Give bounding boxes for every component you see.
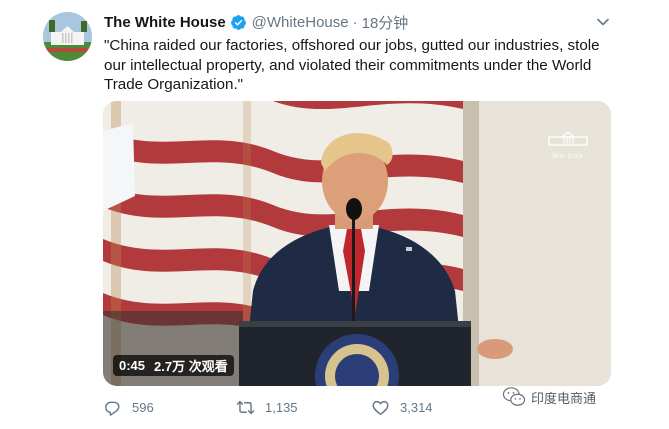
reply-icon	[105, 401, 120, 416]
like-button[interactable]: 3,314	[371, 398, 433, 417]
retweet-button[interactable]: 1,135	[236, 398, 298, 417]
like-count: 3,314	[400, 399, 433, 415]
verified-badge-icon	[230, 14, 246, 30]
author-avatar[interactable]	[43, 12, 92, 61]
wh-gov-logo-text: WH.GOV	[552, 153, 584, 160]
tweet-header: The White House @WhiteHouse · 18分钟	[104, 11, 408, 33]
video-duration: 0:45	[119, 358, 146, 373]
retweet-icon	[236, 400, 255, 414]
video-view-count: 2.7万 次观看	[154, 359, 228, 374]
white-house-logo-icon	[548, 131, 588, 146]
wh-gov-logo: WH.GOV	[547, 129, 589, 160]
author-handle[interactable]: @WhiteHouse	[252, 14, 349, 31]
reply-button[interactable]: 596	[103, 398, 154, 417]
tweet-card: The White House @WhiteHouse · 18分钟 "Chin…	[0, 0, 669, 429]
separator-dot: ·	[352, 13, 358, 31]
watermark-text: 印度电商通	[531, 390, 597, 406]
wechat-icon	[502, 387, 526, 406]
retweet-count: 1,135	[265, 399, 298, 415]
tweet-text: "China raided our factories, offshored o…	[104, 37, 600, 93]
video-player[interactable]: WH.GOV 0:45 2.7万 次观看	[103, 101, 611, 386]
white-house-avatar-icon	[43, 12, 92, 61]
chevron-down-icon[interactable]	[595, 14, 611, 30]
video-info-badge: 0:45 2.7万 次观看	[113, 355, 234, 376]
tweet-timestamp[interactable]: 18分钟	[362, 12, 409, 33]
wechat-watermark: 印度电商通	[502, 386, 596, 408]
heart-icon	[372, 400, 389, 415]
video-thumbnail	[103, 101, 611, 386]
reply-count: 596	[132, 399, 154, 415]
author-display-name[interactable]: The White House	[104, 14, 226, 31]
